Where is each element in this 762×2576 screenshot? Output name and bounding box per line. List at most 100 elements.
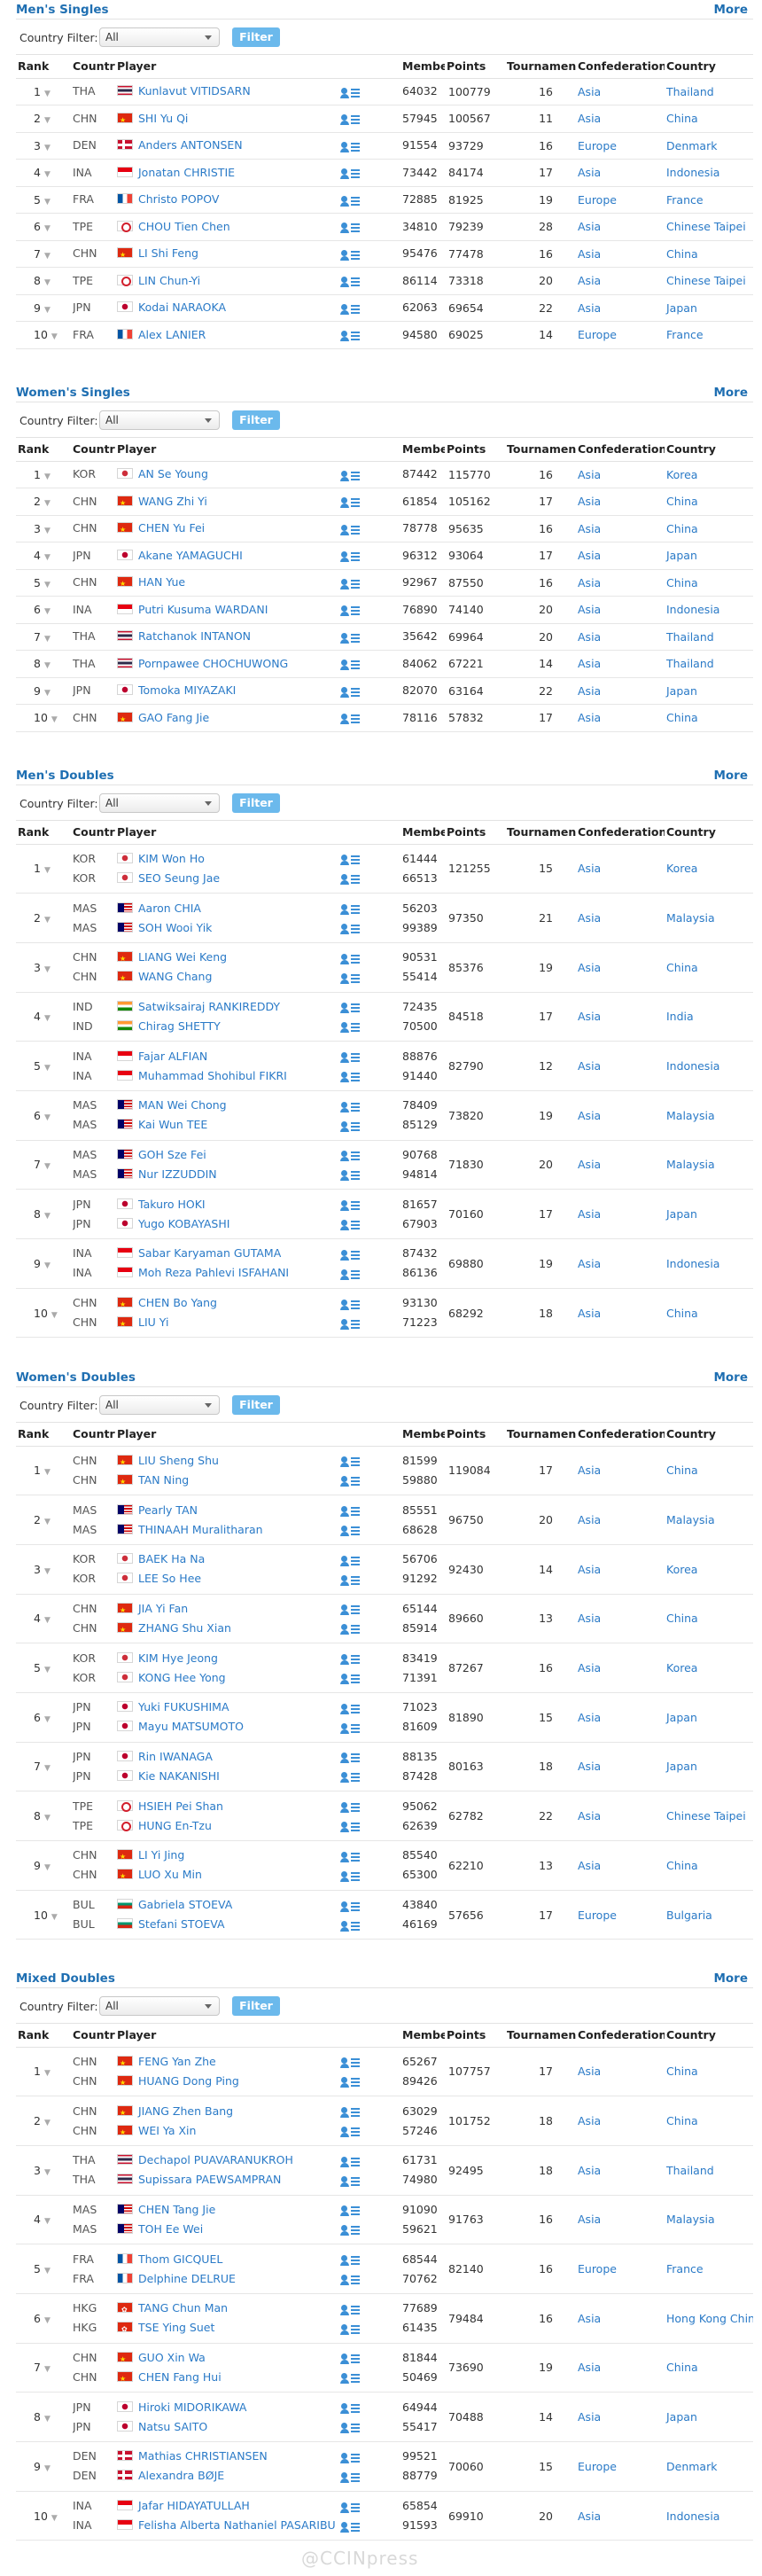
confederation-link[interactable]: Asia [578, 112, 601, 125]
player-profile-icon[interactable] [340, 2501, 362, 2513]
confederation-link[interactable]: Asia [578, 911, 601, 925]
confederation-link[interactable]: Asia [578, 1760, 601, 1773]
player-link[interactable]: Mathias CHRISTIANSEN [138, 2449, 268, 2463]
more-link[interactable]: More [713, 1971, 748, 1986]
player-profile-icon[interactable] [340, 1820, 362, 1833]
confederation-link[interactable]: Asia [578, 1809, 601, 1823]
player-link[interactable]: Jonatan CHRISTIE [138, 166, 235, 179]
country-link[interactable]: Chinese Taipei [666, 1809, 746, 1823]
player-link[interactable]: LIU Sheng Shu [138, 1454, 219, 1467]
country-link[interactable]: Thailand [666, 630, 714, 644]
chevron-down-icon[interactable]: ▼ [44, 472, 51, 481]
country-link[interactable]: Japan [666, 301, 697, 315]
chevron-down-icon[interactable]: ▼ [44, 116, 51, 125]
confederation-link[interactable]: Asia [578, 2410, 601, 2424]
chevron-down-icon[interactable]: ▼ [44, 1616, 51, 1625]
chevron-down-icon[interactable]: ▼ [44, 2316, 51, 2325]
country-link[interactable]: Japan [666, 549, 697, 562]
country-link[interactable]: Korea [666, 1563, 697, 1576]
player-profile-icon[interactable] [340, 1474, 362, 1487]
player-link[interactable]: Yugo KOBAYASHI [138, 1217, 229, 1230]
player-link[interactable]: Pearly TAN [138, 1503, 198, 1517]
player-link[interactable]: Putri Kusuma WARDANI [138, 603, 268, 616]
player-link[interactable]: HUANG Dong Ping [138, 2074, 239, 2088]
player-link[interactable]: Hiroki MIDORIKAWA [138, 2400, 246, 2414]
player-profile-icon[interactable] [340, 221, 362, 234]
country-link[interactable]: Japan [666, 1207, 697, 1221]
player-link[interactable]: LI Yi Jing [138, 1848, 184, 1862]
player-profile-icon[interactable] [340, 2303, 362, 2315]
player-link[interactable]: Kai Wun TEE [138, 1118, 207, 1131]
player-profile-icon[interactable] [340, 1050, 362, 1064]
player-link[interactable]: Moh Reza Pahlevi ISFAHANI [138, 1266, 289, 1279]
player-profile-icon[interactable] [340, 1001, 362, 1014]
player-link[interactable]: LEE So Hee [138, 1572, 201, 1585]
country-link[interactable]: China [666, 2114, 698, 2127]
player-profile-icon[interactable] [340, 113, 362, 126]
confederation-link[interactable]: Asia [578, 1158, 601, 1171]
confederation-link[interactable]: Asia [578, 1711, 601, 1724]
player-profile-icon[interactable] [340, 1070, 362, 1083]
player-profile-icon[interactable] [340, 1218, 362, 1231]
player-link[interactable]: JIA Yi Fan [138, 1602, 188, 1615]
player-profile-icon[interactable] [340, 1770, 362, 1784]
player-profile-icon[interactable] [340, 922, 362, 935]
player-profile-icon[interactable] [340, 1870, 362, 1882]
player-link[interactable]: WEI Ya Xin [138, 2124, 196, 2137]
chevron-down-icon[interactable]: ▼ [44, 1468, 51, 1477]
country-link[interactable]: China [666, 2065, 698, 2078]
player-profile-icon[interactable] [340, 2421, 362, 2434]
chevron-down-icon[interactable]: ▼ [44, 90, 51, 98]
player-link[interactable]: Christo POPOV [138, 192, 219, 206]
player-profile-icon[interactable] [340, 2155, 362, 2167]
chevron-down-icon[interactable]: ▼ [44, 1764, 51, 1773]
chevron-down-icon[interactable]: ▼ [44, 2267, 51, 2275]
player-profile-icon[interactable] [340, 1573, 362, 1586]
more-link[interactable]: More [713, 386, 748, 400]
country-link[interactable]: Japan [666, 2410, 697, 2424]
confederation-link[interactable]: Asia [578, 1010, 601, 1023]
player-profile-icon[interactable] [340, 577, 362, 589]
country-link[interactable]: France [666, 2262, 704, 2275]
country-filter-select[interactable]: All [99, 1996, 220, 2016]
confederation-link[interactable]: Asia [578, 1109, 601, 1122]
more-link[interactable]: More [713, 3, 748, 17]
player-link[interactable]: Tomoka MIYAZAKI [138, 683, 236, 697]
confederation-link[interactable]: Asia [578, 468, 601, 481]
filter-button[interactable]: Filter [232, 27, 280, 47]
country-link[interactable]: China [666, 1307, 698, 1320]
player-profile-icon[interactable] [340, 469, 362, 481]
chevron-down-icon[interactable]: ▼ [44, 581, 51, 589]
confederation-link[interactable]: Asia [578, 85, 601, 98]
player-profile-icon[interactable] [340, 1149, 362, 1162]
player-profile-icon[interactable] [340, 329, 362, 342]
player-link[interactable]: JIANG Zhen Bang [138, 2104, 233, 2118]
player-profile-icon[interactable] [340, 550, 362, 563]
player-profile-icon[interactable] [340, 2322, 362, 2335]
section-title[interactable]: Men's Singles [16, 3, 109, 17]
player-profile-icon[interactable] [340, 2174, 362, 2187]
confederation-link[interactable]: Asia [578, 961, 601, 974]
player-link[interactable]: KONG Hee Yong [138, 1671, 226, 1684]
confederation-link[interactable]: Asia [578, 166, 601, 179]
player-profile-icon[interactable] [340, 972, 362, 984]
player-profile-icon[interactable] [340, 1900, 362, 1912]
player-link[interactable]: CHEN Bo Yang [138, 1296, 217, 1309]
player-link[interactable]: Nur IZZUDDIN [138, 1167, 217, 1181]
player-link[interactable]: Gabriela STOEVA [138, 1898, 232, 1911]
confederation-link[interactable]: Europe [578, 139, 617, 152]
player-link[interactable]: Natsu SAITO [138, 2420, 207, 2433]
player-profile-icon[interactable] [340, 1524, 362, 1537]
player-profile-icon[interactable] [340, 712, 362, 725]
player-profile-icon[interactable] [340, 86, 362, 98]
player-link[interactable]: FENG Yan Zhe [138, 2055, 216, 2068]
confederation-link[interactable]: Asia [578, 274, 601, 287]
player-profile-icon[interactable] [340, 194, 362, 207]
confederation-link[interactable]: Asia [578, 2361, 601, 2374]
section-title[interactable]: Men's Doubles [16, 769, 114, 783]
country-link[interactable]: India [666, 1010, 694, 1023]
player-profile-icon[interactable] [340, 2520, 362, 2533]
player-link[interactable]: AN Se Young [138, 467, 208, 480]
chevron-down-icon[interactable]: ▼ [44, 224, 51, 233]
player-link[interactable]: WANG Chang [138, 970, 212, 983]
